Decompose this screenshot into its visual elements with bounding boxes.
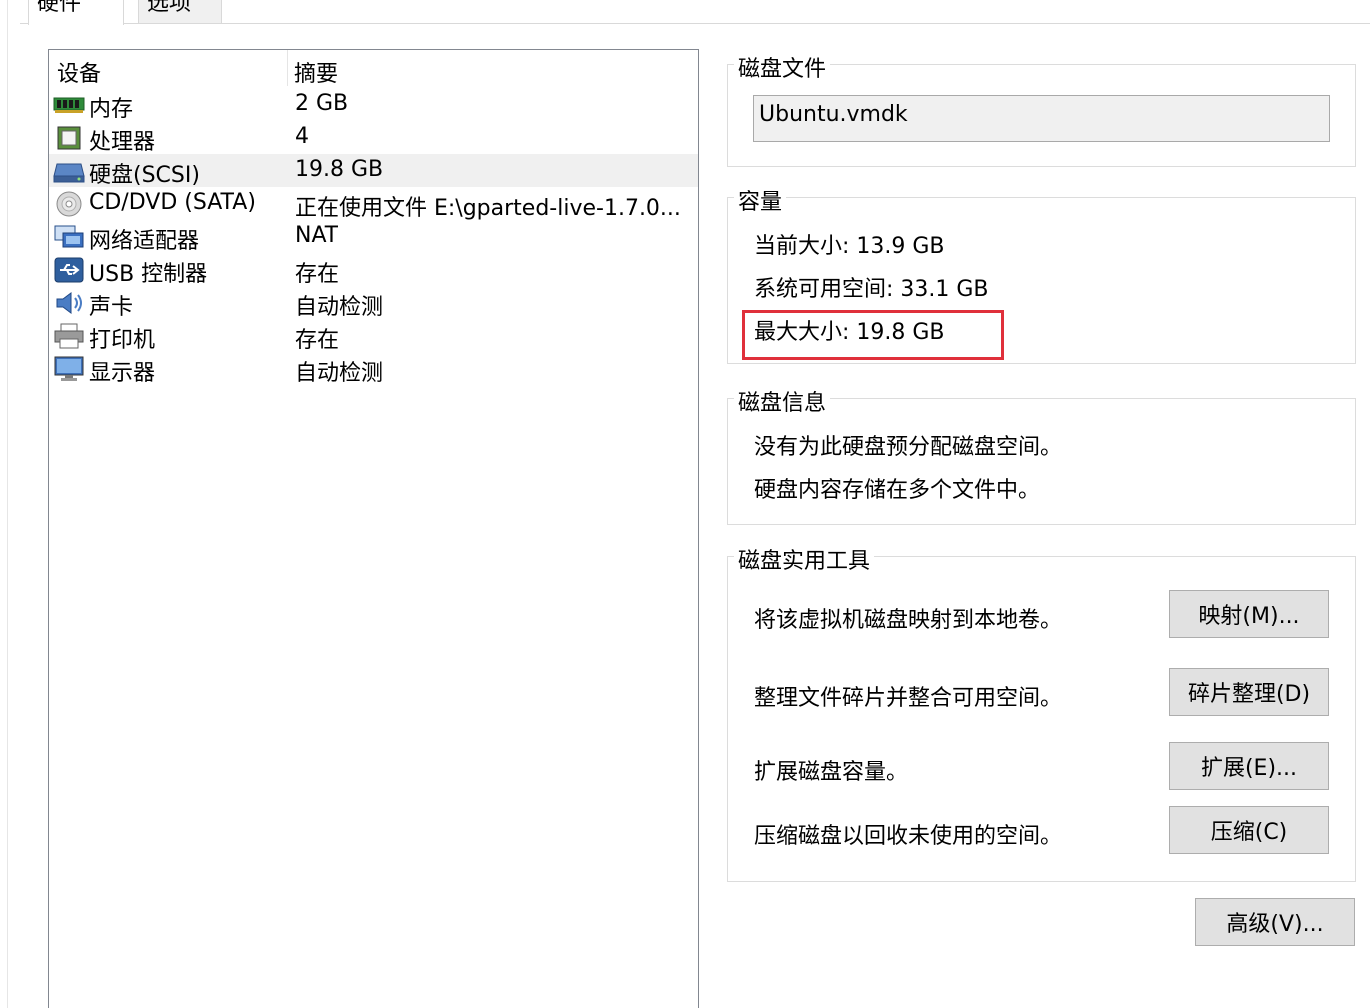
- capacity-group: 容量 当前大小: 13.9 GB 系统可用空间: 33.1 GB 最大大小: 1…: [727, 184, 1356, 364]
- device-name: 内存: [89, 97, 134, 122]
- max-size-text: 最大大小: 19.8 GB: [754, 320, 945, 345]
- device-row-network-adapter[interactable]: 网络适配器 NAT: [49, 220, 698, 254]
- device-list[interactable]: 设备 摘要 内存 2 GB 处理器 4 硬盘(SCSI) 19.8 GB CD/…: [48, 49, 699, 1008]
- expand-button[interactable]: 扩展(E)...: [1169, 742, 1329, 790]
- disk-info-group: 磁盘信息 没有为此硬盘预分配磁盘空间。 硬盘内容存储在多个文件中。: [727, 385, 1356, 525]
- disk-file-group: 磁盘文件 Ubuntu.vmdk: [727, 51, 1356, 167]
- device-summary: 自动检测: [295, 295, 384, 320]
- system-free-space-text: 系统可用空间: 33.1 GB: [754, 277, 989, 302]
- device-name: 网络适配器: [89, 229, 200, 254]
- background-window-edge: [0, 0, 8, 1008]
- device-row-display[interactable]: 显示器 自动检测: [49, 352, 698, 386]
- device-name: 显示器: [89, 361, 156, 386]
- printer-icon: [54, 323, 84, 349]
- column-header-summary[interactable]: 摘要: [294, 56, 338, 88]
- device-name: USB 控制器: [89, 262, 208, 287]
- disk-file-field[interactable]: Ubuntu.vmdk: [753, 95, 1330, 142]
- device-name: 打印机: [89, 328, 156, 353]
- device-summary: NAT: [295, 223, 339, 248]
- device-row-memory[interactable]: 内存 2 GB: [49, 88, 698, 122]
- device-summary: 19.8 GB: [295, 157, 384, 182]
- device-name: 处理器: [89, 130, 156, 155]
- disk-info-line-2: 硬盘内容存储在多个文件中。: [754, 478, 1041, 503]
- sound-card-icon: [56, 292, 82, 314]
- disk-file-title: 磁盘文件: [734, 51, 831, 83]
- device-row-printer[interactable]: 打印机 存在: [49, 319, 698, 353]
- map-description: 将该虚拟机磁盘映射到本地卷。: [754, 608, 1063, 633]
- device-summary: 存在: [295, 328, 340, 353]
- compact-button[interactable]: 压缩(C): [1169, 806, 1329, 854]
- compact-description: 压缩磁盘以回收未使用的空间。: [754, 824, 1063, 849]
- column-header-device[interactable]: 设备: [57, 56, 101, 88]
- tab-hardware[interactable]: 硬件: [28, 0, 124, 25]
- device-summary: 正在使用文件 E:\gparted-live-1.7.0...: [295, 196, 681, 221]
- tab-strip: 硬件 选项: [20, 0, 1370, 25]
- processor-icon: [57, 126, 81, 150]
- defrag-button[interactable]: 碎片整理(D): [1169, 668, 1329, 716]
- disk-info-title: 磁盘信息: [734, 385, 831, 417]
- device-summary: 2 GB: [295, 91, 349, 116]
- tab-options[interactable]: 选项: [138, 0, 222, 24]
- advanced-button[interactable]: 高级(V)...: [1195, 898, 1355, 946]
- device-name: 声卡: [89, 295, 134, 320]
- device-name: 硬盘(SCSI): [89, 163, 200, 188]
- expand-description: 扩展磁盘容量。: [754, 760, 909, 785]
- usb-icon: [54, 257, 84, 283]
- device-row-processor[interactable]: 处理器 4: [49, 121, 698, 155]
- cd-dvd-icon: [56, 191, 82, 217]
- display-icon: [54, 356, 84, 381]
- device-summary: 存在: [295, 262, 340, 287]
- network-adapter-icon: [54, 225, 84, 248]
- disk-utilities-group: 磁盘实用工具 将该虚拟机磁盘映射到本地卷。 映射(M)... 整理文件碎片并整合…: [727, 543, 1356, 882]
- device-row-sound-card[interactable]: 声卡 自动检测: [49, 286, 698, 320]
- device-summary: 4: [295, 124, 309, 149]
- column-divider[interactable]: [287, 50, 288, 86]
- memory-icon: [53, 97, 85, 113]
- device-row-cd-dvd[interactable]: CD/DVD (SATA) 正在使用文件 E:\gparted-live-1.7…: [49, 187, 698, 221]
- hard-disk-icon: [53, 163, 85, 183]
- device-row-hard-disk[interactable]: 硬盘(SCSI) 19.8 GB: [49, 154, 698, 188]
- device-summary: 自动检测: [295, 361, 384, 386]
- device-name: CD/DVD (SATA): [89, 190, 256, 215]
- device-list-header: 设备 摘要: [49, 50, 698, 88]
- disk-info-line-1: 没有为此硬盘预分配磁盘空间。: [754, 435, 1063, 460]
- disk-utilities-title: 磁盘实用工具: [734, 543, 875, 575]
- current-size-text: 当前大小: 13.9 GB: [754, 234, 945, 259]
- map-button[interactable]: 映射(M)...: [1169, 590, 1329, 638]
- capacity-title: 容量: [734, 184, 787, 216]
- device-row-usb-controller[interactable]: USB 控制器 存在: [49, 253, 698, 287]
- defrag-description: 整理文件碎片并整合可用空间。: [754, 686, 1063, 711]
